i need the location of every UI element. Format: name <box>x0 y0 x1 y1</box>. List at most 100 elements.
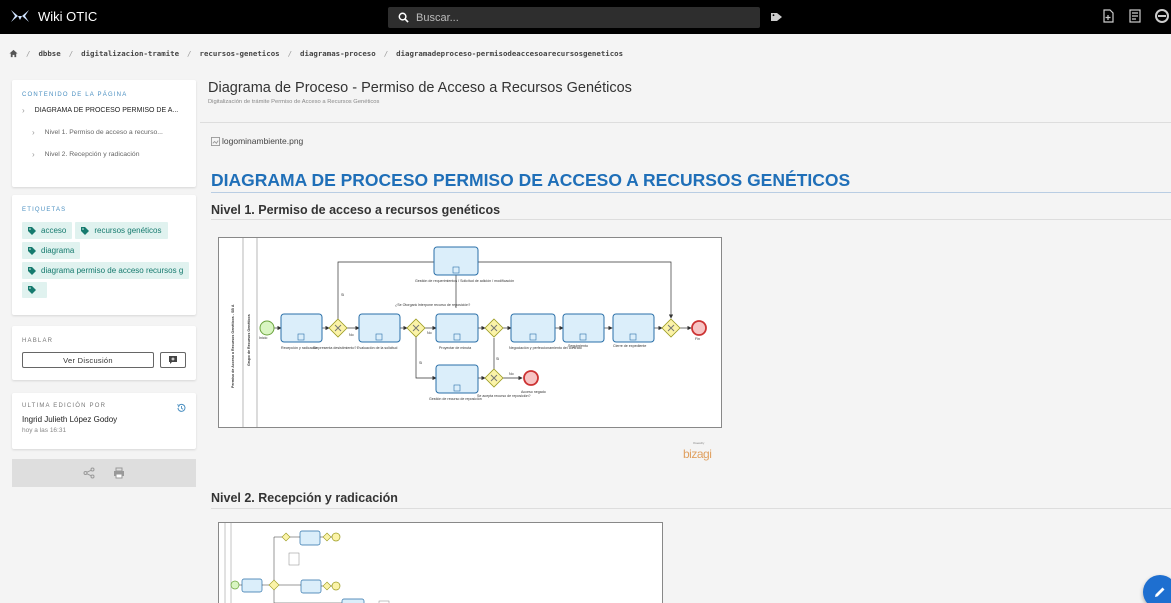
end-label: Acceso negado <box>521 390 546 394</box>
search-box[interactable] <box>388 7 760 28</box>
page-list-icon <box>1129 9 1141 23</box>
share-icon[interactable] <box>83 467 95 479</box>
task-label: Seguimiento <box>568 344 588 348</box>
chevron-right-icon: › <box>22 106 25 115</box>
pencil-icon <box>1155 587 1165 597</box>
toc-item[interactable]: › Nivel 2. Recepción y radicación <box>32 150 186 159</box>
tag-chip[interactable]: diagrama permiso de acceso recursos g <box>22 262 190 279</box>
tag-label: acceso <box>41 226 67 235</box>
chevron-right-icon: › <box>32 150 35 159</box>
process-diagram-level-2[interactable] <box>218 522 663 603</box>
breadcrumb-item[interactable]: dbbse <box>38 49 60 58</box>
bpmn-diagram-2 <box>224 523 390 603</box>
page-subtitle: Digitalización de trámite Permiso de Acc… <box>208 99 380 105</box>
task-label: Proyectar de minuta <box>439 346 471 350</box>
flow-label: Si <box>496 357 499 361</box>
tag-icon <box>28 266 36 275</box>
search-icon <box>398 12 409 23</box>
tag-chip[interactable] <box>22 282 47 298</box>
tags-heading: ETIQUETAS <box>22 207 67 213</box>
print-icon[interactable] <box>113 467 125 479</box>
flow-label: No <box>427 331 432 335</box>
tag-icon <box>81 226 90 235</box>
tag-icon <box>28 246 36 255</box>
share-print-bar <box>12 459 196 487</box>
gateway-label: ¿Se Otorgará Interpone recurso de reposi… <box>395 303 470 307</box>
main-heading: DIAGRAMA DE PROCESO PERMISO DE ACCESO A … <box>211 170 851 190</box>
talk-card: HABLAR Ver Discusión <box>12 326 196 380</box>
section-underline <box>211 219 1171 220</box>
header-divider <box>200 122 1171 123</box>
gateway-label: Se acepta recurso de reposición? <box>477 394 531 398</box>
top-app-bar: Wiki OTIC <box>0 0 1171 34</box>
comment-icon <box>169 356 178 364</box>
toc-heading: CONTENIDO DE LA PÁGINA <box>22 92 128 98</box>
tag-chip[interactable]: acceso <box>22 222 73 239</box>
editor-name[interactable]: Ingrid Julieth López Godoy <box>22 415 186 424</box>
toc-item[interactable]: › Nivel 1. Permiso de acceso a recurso..… <box>32 128 186 137</box>
breadcrumb-item[interactable]: recursos-geneticos <box>200 49 280 58</box>
bpmn-diagram: Permiso de Acceso a Recursos Genéticos -… <box>231 238 707 427</box>
wiki-logo-icon <box>11 10 29 22</box>
page-list-button[interactable] <box>1126 7 1144 25</box>
section-heading-nivel-2: Nivel 2. Recepción y radicación <box>211 491 398 505</box>
toc-item[interactable]: › DIAGRAMA DE PROCESO PERMISO DE A... <box>22 106 186 115</box>
flow-label: No <box>509 372 514 376</box>
tag-chip[interactable]: diagrama <box>22 242 81 259</box>
home-icon[interactable] <box>9 49 18 58</box>
top-actions <box>1099 7 1171 25</box>
bizagi-logo: Powered by bizagi <box>683 441 712 461</box>
last-edit-card: ULTIMA EDICIÓN POR Ingrid Julieth López … <box>12 393 196 449</box>
tag-icon <box>28 226 36 235</box>
tag-label: diagrama <box>41 246 75 255</box>
talk-heading: HABLAR <box>22 338 54 344</box>
search-input[interactable] <box>416 11 716 24</box>
page-title: Diagrama de Proceso - Permiso de Acceso … <box>208 80 632 96</box>
view-discussion-button[interactable]: Ver Discusión <box>22 352 155 368</box>
task-label: Gestión de recurso de reposición <box>429 397 482 401</box>
breadcrumb-item[interactable]: diagramas-proceso <box>300 49 376 58</box>
chevron-right-icon: › <box>32 128 35 137</box>
new-page-icon <box>1103 9 1114 23</box>
toc-item-label: DIAGRAMA DE PROCESO PERMISO DE A... <box>34 107 179 114</box>
flow-label: Si <box>341 293 344 297</box>
broken-image-icon <box>211 136 220 146</box>
new-comment-button[interactable] <box>160 352 186 368</box>
section-underline <box>211 508 1171 509</box>
flow-label: No <box>349 333 354 337</box>
tag-label: recursos genéticos <box>94 226 162 235</box>
tag-chip[interactable]: recursos genéticos <box>75 222 168 239</box>
breadcrumb: / dbbse / digitalizacion-tramite / recur… <box>0 43 1171 63</box>
heading-underline <box>211 192 1171 193</box>
end-label: Fin <box>695 337 700 341</box>
image-alt-text: logominambiente.png <box>222 136 304 146</box>
toc-item-label: Nivel 2. Recepción y radicación <box>44 151 140 158</box>
new-page-button[interactable] <box>1099 7 1117 25</box>
tag-icon <box>28 286 36 294</box>
tags-card: ETIQUETAS acceso recursos genéticos diag… <box>12 195 196 315</box>
process-diagram-level-1[interactable]: Permiso de Acceso a Recursos Genéticos -… <box>218 237 722 428</box>
start-label: Inicio <box>259 336 267 340</box>
edit-page-button[interactable] <box>1143 575 1171 603</box>
pool-label: Permiso de Acceso a Recursos Genéticos -… <box>231 304 235 388</box>
tag-icon[interactable] <box>771 12 783 22</box>
edit-time: hoy a las 16:31 <box>22 427 67 434</box>
account-icon <box>1155 9 1169 23</box>
task-label: Cierre de expediente <box>613 344 646 348</box>
flow-label: Si <box>419 361 422 365</box>
tag-label: diagrama permiso de acceso recursos g <box>41 266 184 275</box>
app-title: Wiki OTIC <box>38 8 98 24</box>
brand[interactable]: Wiki OTIC <box>10 8 97 24</box>
breadcrumb-item[interactable]: diagramadeproceso-permisodeaccesoarecurs… <box>396 49 623 58</box>
toc-item-label: Nivel 1. Permiso de acceso a recurso... <box>44 129 163 136</box>
last-edit-heading: ULTIMA EDICIÓN POR <box>22 403 107 409</box>
account-button[interactable] <box>1153 7 1171 25</box>
lane-label: Grupo de Recursos Genéticos <box>247 314 251 366</box>
history-icon[interactable] <box>176 403 186 413</box>
gateway-label: Se presenta desistimiento? <box>313 346 356 350</box>
section-heading-nivel-1: Nivel 1. Permiso de acceso a recursos ge… <box>211 203 501 217</box>
task-label: Gestión de requerimientos / Solicitud de… <box>415 279 514 283</box>
breadcrumb-item[interactable]: digitalizacion-tramite <box>81 49 179 58</box>
task-label: Evaluación de la solicitud <box>357 346 397 350</box>
toc-card: CONTENIDO DE LA PÁGINA › DIAGRAMA DE PRO… <box>12 80 196 187</box>
